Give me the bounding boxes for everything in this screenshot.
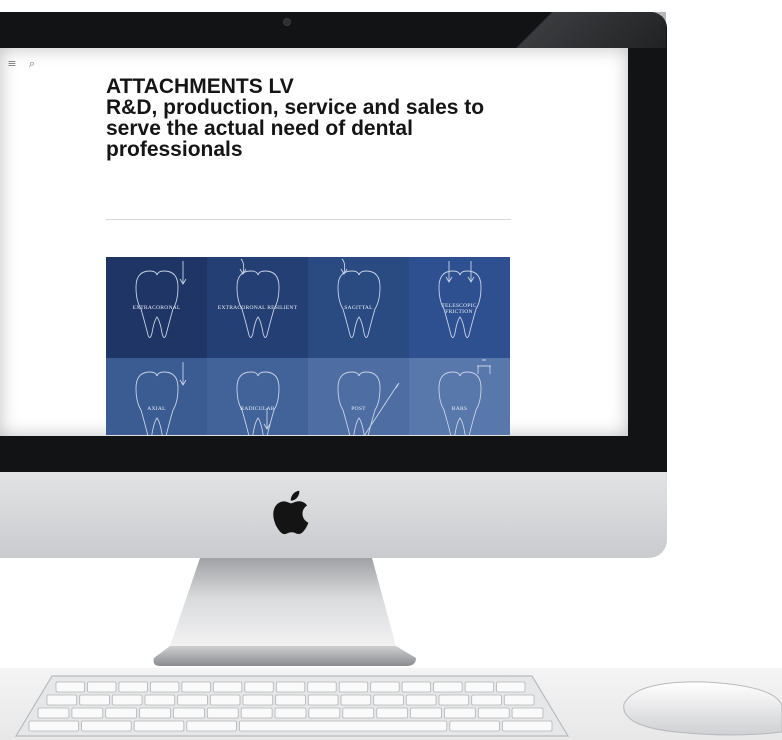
keyboard-key	[376, 707, 409, 719]
keyboard-key	[401, 681, 432, 693]
mouse	[623, 681, 782, 736]
keyboard-key	[410, 707, 442, 719]
category-tile-telescopic-friction[interactable]: TELESCOPIC FRICTION	[409, 257, 510, 358]
keyboard-key	[186, 720, 237, 732]
site-toolbar: ≡ ⌕	[6, 57, 38, 71]
category-grid: EXTRACORONAL EXTRACORONAL RESILIENT SAGITT…	[106, 257, 510, 435]
menu-icon[interactable]: ≡	[6, 58, 18, 70]
keyboard-key	[477, 707, 510, 719]
browser-screen: ≡ ⌕ ATTACHMENTS LV R&D, production, serv…	[0, 48, 628, 436]
category-tile-sagittal[interactable]: SAGITTAL	[308, 257, 409, 358]
apple-logo-icon	[273, 490, 309, 535]
keyboard-key	[87, 681, 117, 693]
keyboard-key	[177, 694, 208, 706]
keyboard-key	[212, 681, 243, 693]
category-tile-post[interactable]: POST	[308, 358, 409, 435]
keyboard-key	[209, 694, 241, 706]
keyboard-key	[338, 681, 369, 693]
keyboard-key	[307, 694, 339, 706]
category-label: POST	[351, 406, 366, 412]
keyboard-key	[405, 694, 437, 706]
keyboard-key	[496, 681, 526, 693]
keyboard-key	[433, 681, 463, 693]
category-label: EXTRACORONAL	[132, 305, 181, 311]
keyboard-key	[443, 707, 476, 719]
keyboard-key	[79, 694, 110, 706]
category-tile-axial[interactable]: AXIAL	[106, 358, 207, 435]
keyboard-key	[37, 707, 70, 719]
heading-title: ATTACHMENTS LV	[106, 75, 294, 98]
category-label: SAGITTAL	[344, 305, 373, 311]
keyboard-key	[308, 707, 341, 719]
keyboard-key	[149, 681, 180, 693]
heading-subtitle: R&D, production, service and sales to se…	[106, 96, 485, 161]
keyboard-key	[28, 720, 79, 732]
monitor-chin	[0, 472, 667, 558]
search-icon[interactable]: ⌕	[26, 58, 38, 70]
keyboard-key	[238, 720, 448, 732]
keyboard-key	[501, 720, 553, 732]
category-tile-extracoronal-resilient[interactable]: EXTRACORONAL RESILIENT	[207, 257, 308, 358]
page-heading: ATTACHMENTS LV R&D, production, service …	[106, 76, 526, 160]
imac-scene: ≡ ⌕ ATTACHMENTS LV R&D, production, serv…	[0, 0, 782, 740]
keyboard-key	[275, 681, 306, 693]
category-label: EXTRACORONAL RESILIENT	[217, 305, 298, 311]
keyboard-key	[464, 681, 495, 693]
keyboard-key	[340, 694, 372, 706]
keyboard-key	[173, 707, 205, 719]
keyboard-key	[111, 694, 143, 706]
keyboard-key	[503, 694, 535, 706]
category-label: AXIAL	[147, 406, 166, 412]
category-label: RADICULAR	[240, 406, 275, 412]
keyboard-key	[244, 681, 274, 693]
keyboard-key	[71, 707, 104, 719]
keyboard-key	[511, 707, 544, 719]
keyboard-key	[55, 681, 85, 693]
keyboard-key	[275, 694, 306, 706]
keyboard-key	[242, 694, 274, 706]
keyboard-key	[133, 720, 185, 732]
keyboard-key	[46, 694, 78, 706]
divider	[106, 219, 511, 220]
camera-icon	[283, 18, 291, 26]
keyboard-key	[307, 681, 337, 693]
keyboard-key	[139, 707, 171, 719]
keyboard-key	[206, 707, 239, 719]
keyboard-key	[181, 681, 211, 693]
monitor-stand	[153, 558, 416, 666]
keyboard	[14, 675, 570, 737]
keyboard-key	[118, 681, 148, 693]
tooth-arrow-inside-icon	[236, 371, 280, 435]
keyboard-key	[342, 707, 375, 719]
tooth-bar-icon	[438, 359, 491, 435]
category-tile-radicular[interactable]: RADICULAR	[207, 358, 308, 435]
keyboard-key	[105, 707, 137, 719]
category-tile-extracoronal[interactable]: EXTRACORONAL	[106, 257, 207, 358]
keyboard-key	[438, 694, 470, 706]
keyboard-key	[373, 694, 404, 706]
keyboard-key	[81, 720, 132, 732]
tooth-arrow-down-icon	[135, 362, 187, 435]
keyboard-key	[144, 694, 176, 706]
keyboard-key	[274, 707, 307, 719]
keyboard-key	[240, 707, 273, 719]
category-label: TELESCOPIC FRICTION	[441, 303, 477, 315]
category-tile-bars[interactable]: BARS	[409, 358, 510, 435]
keyboard-key	[471, 694, 502, 706]
category-label: BARS	[451, 406, 468, 412]
keyboard-key	[449, 720, 500, 732]
tooth-post-icon	[337, 371, 400, 435]
keyboard-key	[370, 681, 400, 693]
